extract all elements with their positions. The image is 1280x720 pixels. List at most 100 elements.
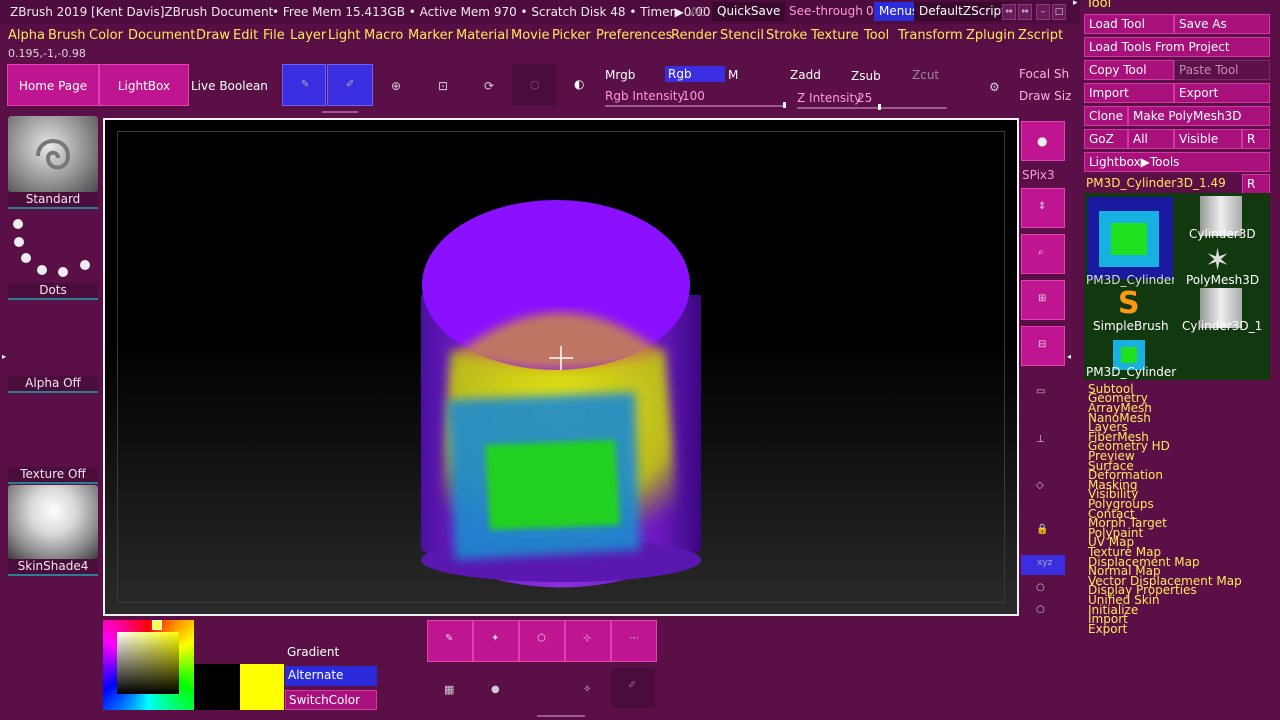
export-button[interactable]: Export — [1174, 83, 1270, 103]
goz-button[interactable]: GoZ — [1084, 129, 1128, 149]
gizmo-button[interactable]: ○ — [512, 64, 556, 106]
zcut-button[interactable]: Zcut — [912, 68, 939, 82]
material-thumbnail[interactable] — [8, 485, 98, 559]
zoom-button[interactable]: ⌕ — [1021, 234, 1065, 274]
half-size-button[interactable]: ⊟ — [1021, 326, 1065, 366]
menu-light[interactable]: Light — [328, 28, 360, 43]
home-page-button[interactable]: Home Page — [7, 64, 99, 106]
local-icon[interactable]: ◇ — [1036, 480, 1044, 491]
brush-thumbnail[interactable] — [8, 116, 98, 192]
menu-movie[interactable]: Movie — [511, 28, 549, 43]
menu-edit[interactable]: Edit — [233, 28, 258, 43]
lightbox-button[interactable]: LightBox — [99, 64, 189, 106]
color-saturation-square[interactable] — [117, 632, 179, 694]
layout-alt-icon[interactable]: ⇔ — [1018, 4, 1032, 20]
save-as-button[interactable]: Save As — [1174, 14, 1270, 34]
bottom-scroll-handle[interactable] — [537, 715, 585, 717]
clone-button[interactable]: Clone — [1084, 106, 1128, 126]
tool-thumb-pm3d-cylinder[interactable] — [1087, 197, 1173, 279]
move-mode-icon[interactable]: ⊕ — [391, 79, 401, 93]
zadd-button[interactable]: Zadd — [790, 68, 821, 82]
import-button[interactable]: Import — [1084, 83, 1174, 103]
copy-tool-button[interactable]: Copy Tool — [1084, 60, 1174, 80]
persp-icon[interactable]: ▭ — [1036, 386, 1045, 397]
actual-size-button[interactable]: ⊞ — [1021, 280, 1065, 320]
rotate-y-icon[interactable]: ○ — [1036, 582, 1045, 593]
alpha-thumbnail[interactable] — [8, 302, 98, 376]
m-button[interactable]: M — [728, 68, 738, 82]
menu-alpha[interactable]: Alpha — [8, 28, 45, 43]
maximize-icon[interactable]: □ — [1052, 4, 1066, 20]
see-through-slider[interactable]: See-through — [784, 2, 868, 21]
layout-icon[interactable]: ⇔ — [1002, 4, 1016, 20]
z-intensity-slider[interactable] — [797, 107, 947, 109]
menu-layer[interactable]: Layer — [290, 28, 326, 43]
menu-picker[interactable]: Picker — [552, 28, 591, 43]
rotate-mode-icon[interactable]: ⟳ — [484, 79, 494, 93]
menu-material[interactable]: Material — [456, 28, 509, 43]
menu-file[interactable]: File — [263, 28, 285, 43]
scale-mode-icon[interactable]: ⊡ — [438, 79, 448, 93]
focal-shift-label[interactable]: Focal Sh — [1019, 67, 1069, 81]
make-polymesh3d-button[interactable]: Make PolyMesh3D — [1128, 106, 1270, 126]
grid-icon[interactable]: ▦ — [444, 683, 454, 696]
main-color-swatch[interactable] — [240, 664, 284, 710]
edit-icon-button[interactable]: ✦ — [473, 620, 519, 662]
quicksave-button[interactable]: QuickSave — [712, 2, 786, 21]
settings-icon[interactable]: ⚙ — [989, 80, 1000, 94]
solo-dot-icon[interactable]: ● — [491, 684, 500, 695]
menu-tool[interactable]: Tool — [864, 28, 889, 43]
menu-stencil[interactable]: Stencil — [720, 28, 764, 43]
spix-label[interactable]: SPix — [1022, 168, 1047, 182]
goz-all-button[interactable]: All — [1128, 129, 1174, 149]
lazy-mouse-button[interactable]: ✎ — [427, 620, 473, 662]
paste-tool-button[interactable]: Paste Tool — [1174, 60, 1270, 80]
simplebrush-s-icon[interactable]: S — [1118, 286, 1140, 321]
solo-icon[interactable]: ◐ — [574, 77, 584, 91]
zsub-button[interactable]: Zsub — [851, 69, 881, 83]
current-tool-name[interactable]: PM3D_Cylinder3D_1.49 — [1086, 176, 1226, 190]
menu-brush[interactable]: Brush — [48, 28, 86, 43]
secondary-color-swatch[interactable] — [194, 664, 240, 710]
goz-visible-button[interactable]: Visible — [1174, 129, 1242, 149]
scroll-button[interactable]: ⇕ — [1021, 188, 1065, 228]
menu-stroke[interactable]: Stroke — [766, 28, 807, 43]
texture-icon[interactable]: ✧ — [583, 684, 591, 695]
load-tools-from-project-button[interactable]: Load Tools From Project — [1084, 37, 1270, 57]
draw-size-label[interactable]: Draw Siz — [1019, 89, 1071, 103]
texture-thumbnail[interactable] — [8, 394, 98, 467]
menu-zscript[interactable]: Zscript — [1018, 28, 1063, 43]
rgb-intensity-label[interactable]: Rgb Intensity — [605, 89, 685, 103]
polyf-button[interactable]: ⬡ — [519, 620, 565, 662]
switch-color-button[interactable]: SwitchColor — [285, 690, 377, 710]
menu-preferences[interactable]: Preferences — [596, 28, 672, 43]
current-tool-r-button[interactable]: R — [1242, 174, 1270, 194]
cylinder-model[interactable] — [105, 120, 1017, 614]
xyz-button[interactable]: xyz — [1021, 555, 1065, 575]
menu-document[interactable]: Document — [128, 28, 195, 43]
goz-r-button[interactable]: R — [1242, 129, 1270, 149]
default-zscript-button[interactable]: DefaultZScript — [914, 2, 1011, 21]
hue-marker[interactable] — [152, 620, 162, 630]
right-panel-collapse-icon[interactable]: ◂ — [1067, 352, 1071, 361]
mrgb-button[interactable]: Mrgb — [605, 68, 635, 82]
menu-zplugin[interactable]: Zplugin — [966, 28, 1015, 43]
lightbox-tools-button[interactable]: Lightbox▶Tools — [1084, 152, 1270, 172]
load-tool-button[interactable]: Load Tool — [1084, 14, 1174, 34]
draw-mode-button[interactable]: ✐ — [327, 64, 373, 106]
menu-macro[interactable]: Macro — [364, 28, 403, 43]
tool-palette-collapse-icon[interactable]: ▸ — [1073, 0, 1078, 8]
edit-mode-button[interactable]: ✎ — [282, 64, 326, 106]
rgb-button[interactable]: Rgb — [665, 66, 725, 82]
floor-icon[interactable]: ⊥ — [1036, 434, 1045, 445]
frame-button[interactable]: ⊹ — [565, 620, 611, 662]
menu-color[interactable]: Color — [89, 28, 123, 43]
transp-button[interactable]: ⋯ — [611, 620, 657, 662]
menu-marker[interactable]: Marker — [408, 28, 453, 43]
alternate-button[interactable]: Alternate — [285, 666, 377, 686]
top-scroll-handle[interactable] — [322, 111, 358, 113]
stroke-thumbnail[interactable] — [8, 210, 98, 284]
ghost-button[interactable]: ✐ — [611, 668, 655, 708]
bpr-render-button[interactable]: ● — [1021, 121, 1065, 161]
left-panel-collapse-icon[interactable]: ▸ — [2, 352, 6, 361]
